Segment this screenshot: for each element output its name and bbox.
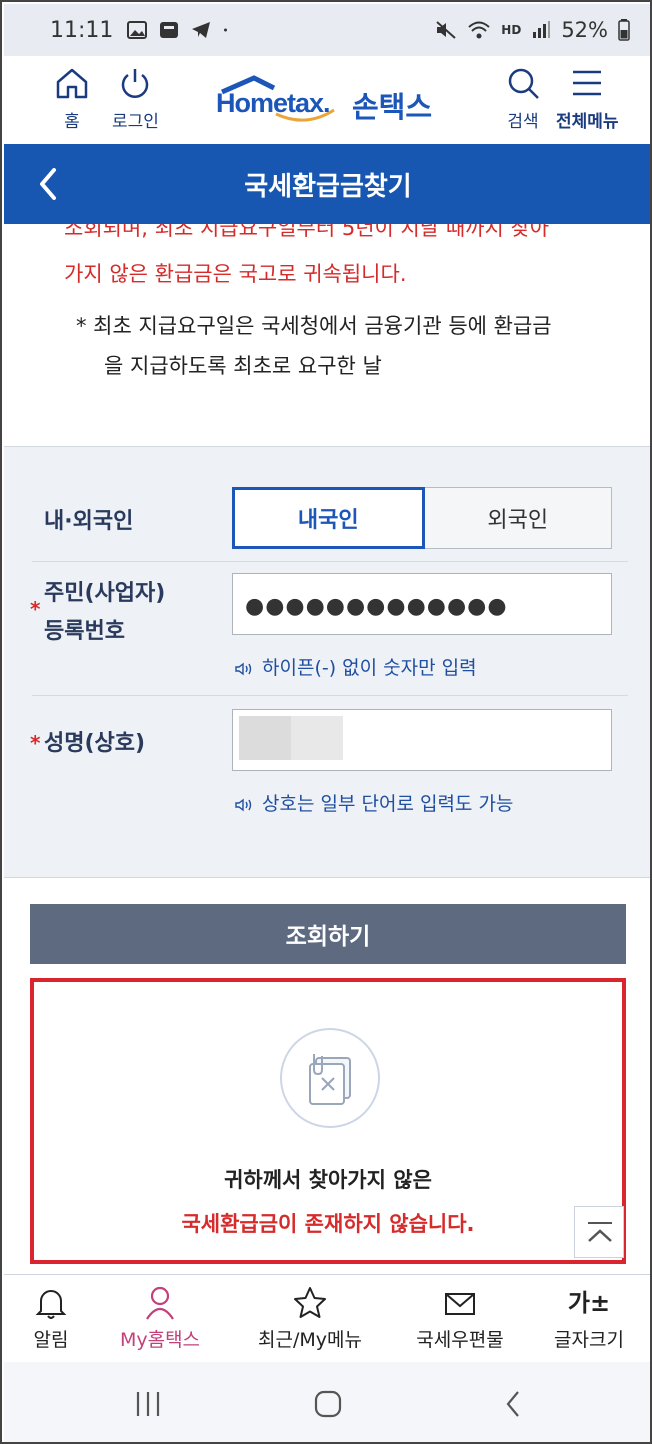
search-icon — [508, 68, 539, 99]
home-circle-icon[interactable] — [312, 1388, 344, 1420]
dot-icon — [224, 28, 228, 32]
android-navigation-bar — [4, 1362, 650, 1442]
person-icon — [146, 1286, 174, 1320]
mail-icon — [445, 1293, 475, 1315]
footnote-line-2: 을 지급하도록 최초로 요구한 날 — [104, 354, 382, 378]
hd-label: HD — [501, 23, 522, 37]
option-domestic[interactable]: 내국인 — [232, 487, 425, 549]
star-icon — [294, 1287, 326, 1318]
logo-text-en: Hometax. — [216, 88, 331, 118]
login-label: 로그인 — [112, 112, 159, 132]
notice-section: 조회되며, 최초 지급요구일부터 5년이 지날 때까지 찾아 가지 않은 환급금… — [4, 224, 650, 446]
result-message-line-1: 귀하께서 찾아가지 않은 — [224, 1168, 432, 1192]
chevron-up-icon — [588, 1222, 612, 1242]
telegram-icon — [192, 22, 211, 38]
nav-label: 글자크기 — [554, 1329, 624, 1351]
hometax-logo[interactable]: Hometax. 손택스 — [216, 74, 446, 124]
page-title: 국세환급금찾기 — [244, 172, 412, 202]
nav-label: 알림 — [33, 1329, 69, 1351]
search-form: 내·외국인 내국인 외국인 * 주민(사업자) 등록번호 ●●●●●●●●●●●… — [4, 446, 650, 878]
home-icon — [56, 68, 88, 99]
form-divider — [32, 561, 628, 562]
redacted-name-block — [291, 716, 343, 760]
nationality-label: 내·외국인 — [44, 509, 134, 534]
nav-notifications[interactable]: 알림 — [26, 1285, 76, 1352]
result-panel: 귀하께서 찾아가지 않은 국세환급금이 존재하지 않습니다. — [30, 978, 626, 1264]
bottom-navigation: 알림 My홈택스 최근/My메뉴 국세우편물 가± 글자크기 — [4, 1274, 650, 1362]
id-hint-text: 하이픈(-) 없이 숫자만 입력 — [262, 657, 477, 679]
form-divider — [32, 695, 628, 696]
status-bar: 11:11 HD 52% — [4, 4, 650, 56]
footnote-line-1: * 최초 지급요구일은 국세청에서 금융기관 등에 환급금 — [76, 314, 552, 338]
status-right: HD 52% — [435, 18, 630, 42]
gallery-icon — [127, 21, 148, 39]
id-hint: 하이픈(-) 없이 숫자만 입력 — [234, 653, 477, 680]
name-hint-text: 상호는 일부 단어로 입력도 가능 — [262, 793, 514, 815]
scroll-to-top-button[interactable] — [574, 1206, 624, 1258]
login-button[interactable]: 로그인 — [112, 66, 159, 132]
nav-my-hometax[interactable]: My홈택스 — [114, 1285, 206, 1352]
nav-font-size[interactable]: 가± 글자크기 — [546, 1285, 632, 1352]
title-bar: 국세환급금찾기 — [4, 144, 650, 224]
recent-apps-icon[interactable] — [132, 1388, 164, 1420]
required-mark: * — [30, 597, 41, 621]
signal-icon — [533, 21, 551, 38]
speaker-icon — [235, 798, 252, 811]
wifi-icon — [468, 21, 490, 39]
full-menu-label: 전체메뉴 — [556, 112, 619, 132]
app-header: 홈 로그인 Hometax. 손택스 검색 전체메뉴 — [4, 56, 650, 144]
battery-percent: 52% — [561, 18, 608, 42]
app-badge-icon — [160, 22, 179, 38]
name-hint: 상호는 일부 단어로 입력도 가능 — [234, 789, 513, 816]
redacted-name-block — [239, 716, 291, 760]
nav-label: My홈택스 — [119, 1329, 201, 1351]
battery-icon — [618, 19, 630, 41]
nav-label: 최근/My메뉴 — [258, 1329, 362, 1351]
bell-icon — [35, 1290, 67, 1319]
hamburger-icon — [573, 70, 602, 96]
system-back-icon[interactable] — [498, 1388, 530, 1420]
mute-icon — [436, 21, 456, 39]
id-number-input[interactable]: ●●●●●●●●●●●●● — [232, 573, 612, 635]
app-frame: 11:11 HD 52% 홈 로그인 Hometax. 손택스 검색 전체메뉴 … — [0, 0, 652, 1444]
result-message-line-2: 국세환급금이 존재하지 않습니다. — [181, 1212, 475, 1236]
status-time: 11:11 — [50, 17, 114, 43]
notice-line-2: 가지 않은 환급금은 국고로 귀속됩니다. — [64, 262, 407, 286]
nav-tax-mail[interactable]: 국세우편물 — [408, 1285, 512, 1352]
full-menu-button[interactable]: 전체메뉴 — [556, 66, 619, 132]
home-label: 홈 — [64, 112, 80, 132]
option-foreign[interactable]: 외국인 — [424, 487, 612, 549]
id-number-value: ●●●●●●●●●●●●● — [245, 594, 508, 619]
logo-text-ko: 손택스 — [352, 90, 433, 124]
empty-result-icon — [280, 1028, 380, 1128]
power-icon — [122, 69, 149, 98]
search-label: 검색 — [507, 112, 539, 132]
search-button[interactable]: 검색 — [504, 66, 542, 132]
nav-recent-menu[interactable]: 최근/My메뉴 — [252, 1285, 368, 1352]
id-label-line-1: 주민(사업자) — [44, 581, 166, 606]
speaker-icon — [235, 662, 252, 675]
font-size-icon: 가± — [567, 1289, 611, 1317]
document-clip-icon — [309, 1054, 351, 1105]
name-input[interactable] — [232, 709, 612, 771]
notice-line-cut: 조회되며, 최초 지급요구일부터 5년이 지날 때까지 찾아 — [64, 224, 550, 240]
inquiry-button[interactable]: 조회하기 — [30, 904, 626, 964]
id-label-line-2: 등록번호 — [44, 619, 125, 644]
nav-label: 국세우편물 — [416, 1329, 504, 1351]
name-label: 성명(상호) — [44, 731, 146, 756]
nationality-toggle: 내국인 외국인 — [232, 487, 612, 549]
home-button[interactable]: 홈 — [54, 66, 90, 132]
required-mark: * — [30, 731, 41, 755]
